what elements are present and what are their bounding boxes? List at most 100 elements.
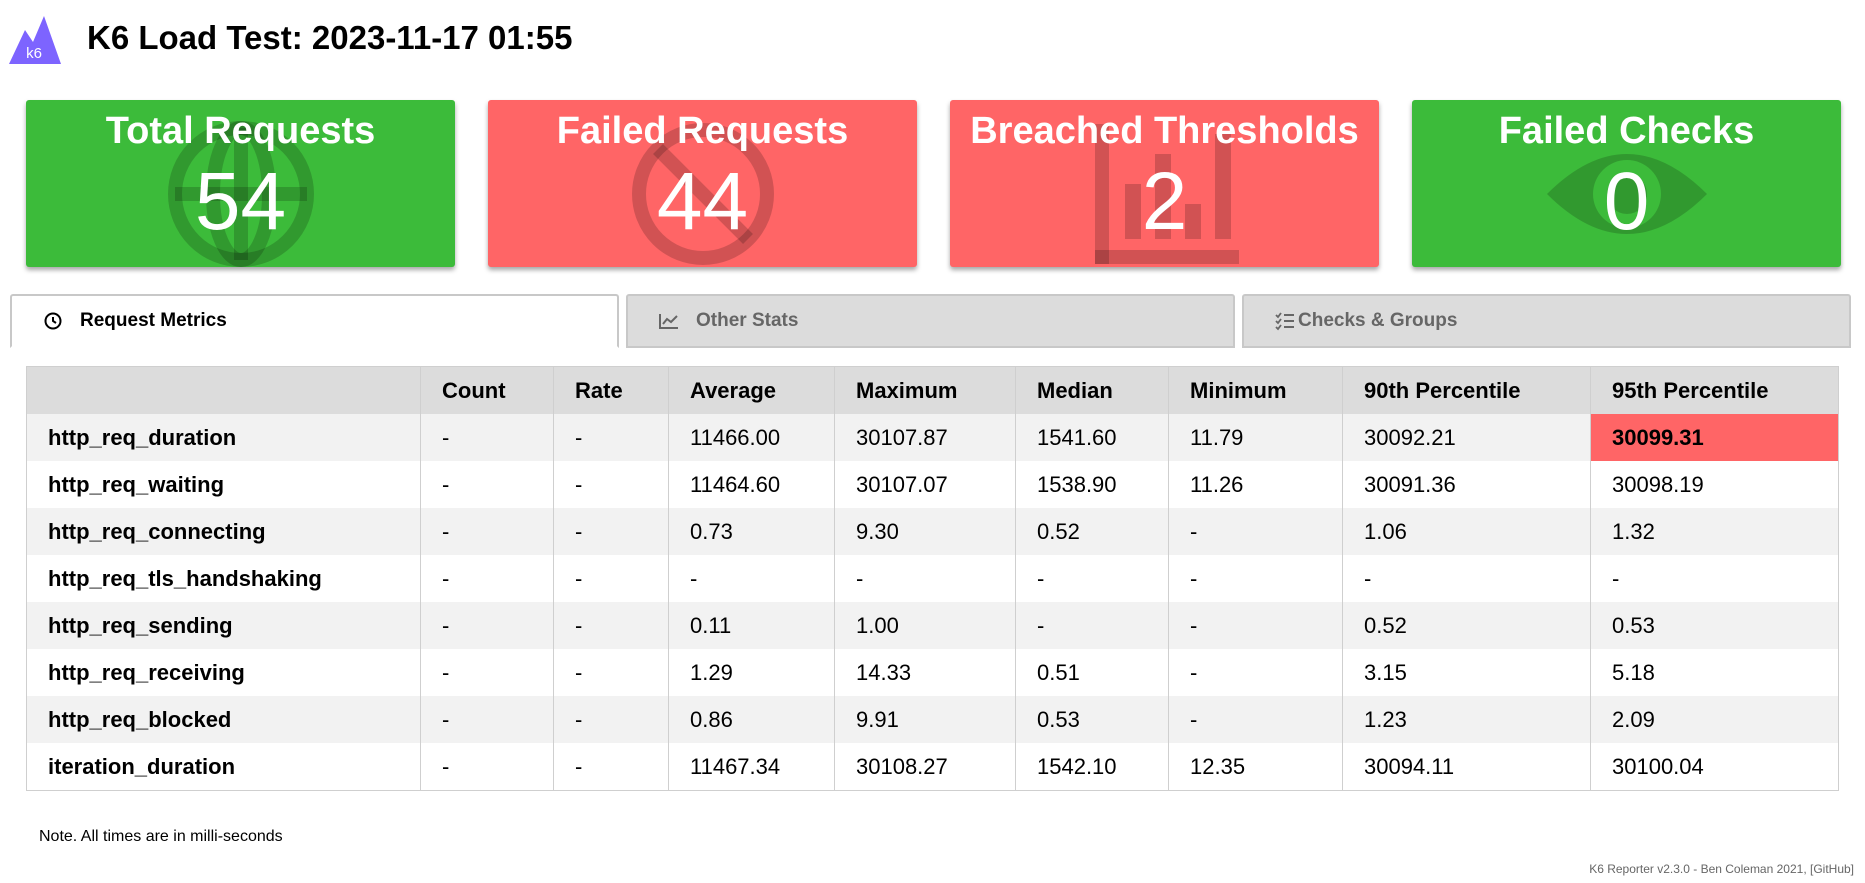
metric-name: http_req_sending: [26, 602, 421, 649]
logo-text: k6: [26, 45, 42, 62]
metric-name: http_req_duration: [26, 414, 421, 461]
units-note: Note. All times are in milli-seconds: [39, 828, 283, 845]
table-cell: -: [420, 602, 554, 649]
table-row: http_req_waiting - - 11464.60 30107.07 1…: [26, 461, 1839, 508]
table-cell: -: [420, 414, 554, 461]
request-metrics-panel: Count Rate Average Maximum Median Minimu…: [26, 366, 1839, 791]
column-header: 95th Percentile: [1590, 366, 1839, 414]
table-cell: 0.11: [668, 602, 835, 649]
table-cell: -: [553, 508, 669, 555]
table-cell: 11467.34: [668, 743, 835, 791]
table-cell: -: [553, 696, 669, 743]
table-row: http_req_sending - - 0.11 1.00 - - 0.52 …: [26, 602, 1839, 649]
table-cell: 30091.36: [1342, 461, 1591, 508]
table-cell: 30094.11: [1342, 743, 1591, 791]
table-cell: 0.53: [1015, 696, 1169, 743]
table-cell: 9.30: [834, 508, 1016, 555]
failed-checks-card: Failed Checks 0: [1412, 100, 1841, 267]
table-cell: -: [1590, 555, 1839, 602]
table-row: http_req_blocked - - 0.86 9.91 0.53 - 1.…: [26, 696, 1839, 743]
table-cell: -: [420, 555, 554, 602]
table-cell: 1.00: [834, 602, 1016, 649]
table-cell: 12.35: [1168, 743, 1343, 791]
table-cell: -: [420, 743, 554, 791]
table-cell: 1.29: [668, 649, 835, 696]
table-cell: 30092.21: [1342, 414, 1591, 461]
card-value: 0: [1603, 156, 1650, 247]
tab-bar: Request Metrics Other Stats Checks & Gro…: [10, 294, 1855, 350]
card-title: Breached Thresholds: [970, 110, 1359, 152]
column-header: [26, 366, 421, 414]
table-cell: -: [553, 461, 669, 508]
table-cell: 11464.60: [668, 461, 835, 508]
k6-logo: k6: [9, 16, 61, 64]
table-cell: -: [420, 649, 554, 696]
table-cell: 9.91: [834, 696, 1016, 743]
footer-credits: K6 Reporter v2.3.0 - Ben Coleman 2021, […: [1589, 862, 1854, 876]
card-value: 2: [1141, 156, 1188, 247]
tab-request-metrics[interactable]: Request Metrics: [10, 294, 619, 348]
table-cell: -: [1168, 555, 1343, 602]
card-title: Total Requests: [105, 110, 376, 152]
table-cell: -: [1168, 508, 1343, 555]
table-cell: 0.52: [1342, 602, 1591, 649]
metric-name: http_req_tls_handshaking: [26, 555, 421, 602]
breached-threshold-cell: 30099.31: [1590, 414, 1839, 461]
table-cell: -: [1342, 555, 1591, 602]
table-cell: -: [834, 555, 1016, 602]
tab-label: Other Stats: [696, 310, 799, 331]
table-cell: -: [420, 696, 554, 743]
tab-checks-groups[interactable]: Checks & Groups: [1242, 294, 1851, 348]
summary-cards: Total Requests 54 Failed Requests 44 Bre…: [0, 100, 1865, 270]
table-row: http_req_receiving - - 1.29 14.33 0.51 -…: [26, 649, 1839, 696]
card-value: 54: [194, 156, 287, 247]
table-cell: 0.51: [1015, 649, 1169, 696]
table-cell: 0.73: [668, 508, 835, 555]
metric-name: http_req_blocked: [26, 696, 421, 743]
metric-name: http_req_receiving: [26, 649, 421, 696]
column-header: Maximum: [834, 366, 1016, 414]
failed-requests-card: Failed Requests 44: [488, 100, 917, 267]
table-cell: 1.23: [1342, 696, 1591, 743]
header: k6 K6 Load Test: 2023-11-17 01:55: [0, 0, 1865, 80]
table-cell: 30107.07: [834, 461, 1016, 508]
table-cell: 0.53: [1590, 602, 1839, 649]
table-cell: -: [553, 414, 669, 461]
column-header: 90th Percentile: [1342, 366, 1591, 414]
table-cell: 11.79: [1168, 414, 1343, 461]
card-value: 44: [656, 156, 749, 247]
table-cell: 1.32: [1590, 508, 1839, 555]
table-cell: 0.86: [668, 696, 835, 743]
table-cell: -: [553, 602, 669, 649]
table-cell: 3.15: [1342, 649, 1591, 696]
metric-name: http_req_connecting: [26, 508, 421, 555]
tab-other-stats[interactable]: Other Stats: [626, 294, 1235, 348]
table-cell: 1541.60: [1015, 414, 1169, 461]
table-cell: -: [553, 649, 669, 696]
table-cell: 2.09: [1590, 696, 1839, 743]
table-cell: -: [1168, 649, 1343, 696]
metrics-table: Count Rate Average Maximum Median Minimu…: [26, 366, 1839, 791]
table-row: http_req_tls_handshaking - - - - - - - -: [26, 555, 1839, 602]
table-cell: 11.26: [1168, 461, 1343, 508]
clock-icon: [42, 310, 64, 332]
column-header: Rate: [553, 366, 669, 414]
column-header: Median: [1015, 366, 1169, 414]
table-header-row: Count Rate Average Maximum Median Minimu…: [26, 366, 1839, 414]
column-header: Count: [420, 366, 554, 414]
table-cell: 30107.87: [834, 414, 1016, 461]
table-cell: -: [420, 461, 554, 508]
table-cell: 30108.27: [834, 743, 1016, 791]
tab-label: Checks & Groups: [1298, 310, 1458, 331]
table-row: http_req_connecting - - 0.73 9.30 0.52 -…: [26, 508, 1839, 555]
table-cell: 1542.10: [1015, 743, 1169, 791]
table-cell: -: [553, 555, 669, 602]
card-title: Failed Requests: [556, 110, 849, 152]
metric-name: iteration_duration: [26, 743, 421, 791]
table-cell: 5.18: [1590, 649, 1839, 696]
table-cell: 1.06: [1342, 508, 1591, 555]
table-cell: 0.52: [1015, 508, 1169, 555]
checklist-icon: [1274, 310, 1296, 332]
table-cell: 1538.90: [1015, 461, 1169, 508]
breached-thresholds-card: Breached Thresholds 2: [950, 100, 1379, 267]
